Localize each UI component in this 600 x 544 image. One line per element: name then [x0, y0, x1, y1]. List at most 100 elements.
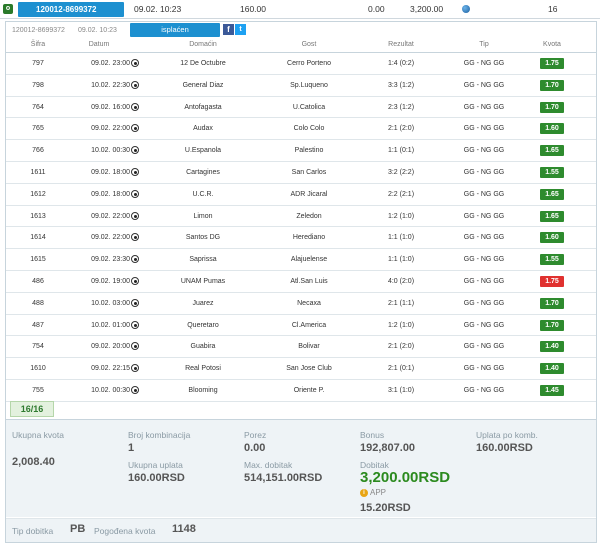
table-row[interactable]: 488 10.02. 03:00 Juarez Necaxa 2:1 (1:1) GG -…	[6, 293, 596, 315]
cell-tip: GG - NG GG	[463, 386, 505, 394]
cell-datum: 09.02. 22:00	[91, 234, 130, 242]
table-row[interactable]: 486 09.02. 19:00 UNAM Pumas Atl.San Luis 4:0…	[6, 271, 596, 293]
subheader-datetime: 09.02. 10:23	[78, 27, 117, 34]
soccer-ball-icon	[131, 364, 139, 373]
ticket-id-tab[interactable]: 120012-8699372	[18, 2, 124, 17]
cell-tip: GG - NG GG	[463, 103, 505, 111]
ticket-zero-value: 0.00	[368, 4, 385, 14]
soccer-ball-icon	[131, 146, 139, 155]
cell-sifra: 766	[32, 147, 44, 155]
bonus-label: Bonus	[360, 430, 385, 440]
soccer-ball-icon	[131, 102, 139, 111]
table-row[interactable]: 1610 09.02. 22:15 Real Potosi San Jose Club…	[6, 358, 596, 380]
soccer-ball-icon	[131, 167, 139, 176]
soccer-ball-icon	[131, 385, 139, 394]
cell-result: 1:1 (0:1)	[387, 147, 415, 155]
soccer-ball-icon	[131, 124, 139, 133]
total-stake-label: Ukupna uplata	[128, 460, 183, 470]
odds-badge: 1.65	[540, 210, 564, 222]
odds-badge: 1.40	[540, 363, 564, 375]
cell-away-team: San Carlos	[291, 168, 327, 176]
table-row[interactable]: 1612 09.02. 18:00 U.C.R. ADR Jicaral 2:2 (2:…	[6, 184, 596, 206]
soccer-ball-icon	[131, 342, 139, 351]
cell-result: 1:1 (1:0)	[387, 234, 415, 242]
ticket-datetime: 09.02. 10:23	[134, 4, 182, 14]
cell-datum: 09.02. 16:00	[91, 103, 130, 111]
cell-sifra: 1611	[30, 168, 46, 176]
table-row[interactable]: 798 10.02. 22:30 General Diaz Sp.Luqueno 3:3…	[6, 75, 596, 97]
cell-datum: 09.02. 18:00	[91, 168, 130, 176]
cell-away-team: Zeledon	[296, 212, 322, 220]
table-header: Šifra Datum Domaćin Gost Rezultat Tip Kv…	[6, 39, 596, 53]
cell-datum: 10.02. 00:30	[91, 147, 130, 155]
bonus-value: 192,807.00	[360, 442, 416, 454]
cell-sifra: 754	[32, 343, 44, 351]
cell-result: 1:4 (0:2)	[387, 60, 415, 67]
twitter-share-icon[interactable]: t	[235, 24, 246, 35]
cell-sifra: 1613	[30, 212, 46, 220]
total-odds-label: Ukupna kvota	[12, 430, 64, 440]
cell-result: 2:2 (2:1)	[387, 190, 415, 198]
table-row[interactable]: 765 09.02. 22:00 Audax Colo Colo 2:1 (2:0) GG…	[6, 118, 596, 141]
cell-away-team: Bolivar	[298, 343, 320, 351]
table-row[interactable]: 766 10.02. 00:30 U.Espanola Palestino 1:1 (0…	[6, 140, 596, 162]
table-row[interactable]: 1614 09.02. 22:00 Santos DG Herediano 1:1 (1…	[6, 227, 596, 250]
subheader-ticket-id: 120012-8699372	[12, 27, 65, 34]
table-row[interactable]: 754 09.02. 20:00 Guabira Bolivar 2:1 (2:0) GG…	[6, 336, 596, 359]
cell-sifra: 755	[32, 386, 44, 394]
cell-away-team: Alajuelense	[290, 256, 328, 264]
odds-badge: 1.70	[540, 319, 564, 331]
cell-away-team: Palestino	[294, 147, 324, 155]
cell-away-team: Oriente P.	[293, 386, 325, 394]
table-row[interactable]: 1611 09.02. 18:00 Cartagines San Carlos 3:2 …	[6, 162, 596, 184]
table-row[interactable]: 1613 09.02. 22:00 Limon Zeledon 1:2 (1:0) GG …	[6, 206, 596, 228]
cell-away-team: Herediano	[292, 234, 326, 242]
ticket-header-bar[interactable]: o 120012-8699372 09.02. 10:23 160.00 0.0…	[0, 0, 600, 19]
events-table-body: 797 09.02. 23:00 12 De Octubre Cerro Porten…	[6, 53, 596, 402]
facebook-share-icon[interactable]: f	[223, 24, 234, 35]
cell-tip: GG - NG GG	[463, 256, 505, 264]
odds-badge: 1.60	[540, 123, 564, 135]
cell-away-team: Atl.San Luis	[290, 277, 328, 285]
paid-status-button[interactable]: isplaćen	[130, 23, 220, 37]
table-row[interactable]: 487 10.02. 01:00 Queretaro Cl.America 1:2 (1…	[6, 315, 596, 337]
cell-sifra: 1615	[30, 256, 46, 264]
cell-sifra: 487	[32, 321, 44, 329]
cell-tip: GG - NG GG	[463, 81, 505, 89]
cell-away-team: Cerro Porteno	[287, 60, 331, 67]
max-win-value: 514,151.00RSD	[244, 472, 323, 484]
matched-count-badge: 16/16	[10, 401, 54, 417]
odds-badge: 1.75	[540, 58, 564, 69]
cell-result: 1:2 (1:0)	[387, 321, 415, 329]
cell-result: 3:1 (1:0)	[387, 386, 415, 394]
soccer-ball-icon	[131, 59, 139, 67]
table-row[interactable]: 755 10.02. 00:30 Blooming Oriente P. 3:1 (1:…	[6, 380, 596, 402]
cell-tip: GG - NG GG	[463, 277, 505, 285]
app-value: 15.20RSD	[360, 502, 411, 514]
tax-label: Porez	[244, 430, 267, 440]
table-row[interactable]: 1615 09.02. 23:30 Saprissa Alajuelense 1:1 (…	[6, 249, 596, 271]
cell-result: 4:0 (2:0)	[387, 277, 415, 285]
cell-tip: GG - NG GG	[463, 299, 505, 307]
cell-tip: GG - NG GG	[463, 168, 505, 176]
cell-tip: GG - NG GG	[463, 234, 505, 242]
cell-result: 2:1 (0:1)	[387, 365, 415, 373]
cell-tip: GG - NG GG	[463, 343, 505, 351]
table-row[interactable]: 797 09.02. 23:00 12 De Octubre Cerro Porten…	[6, 53, 596, 75]
cell-result: 2:3 (1:2)	[387, 103, 415, 111]
tax-value: 0.00	[244, 442, 266, 454]
win-value: 3,200.00RSD	[360, 469, 451, 486]
cell-datum: 09.02. 19:00	[91, 277, 130, 285]
ticket-subheader: 120012-8699372 09.02. 10:23 isplaćen f t	[6, 22, 596, 39]
soccer-ball-icon	[131, 233, 139, 242]
cell-sifra: 1612	[30, 190, 46, 198]
soccer-ball-icon	[131, 211, 139, 220]
cell-datum: 10.02. 01:00	[91, 321, 130, 329]
cell-sifra: 798	[32, 81, 44, 89]
cell-sifra: 1614	[30, 234, 46, 242]
table-row[interactable]: 764 09.02. 16:00 Antofagasta U.Catolica 2:3 …	[6, 97, 596, 119]
odds-badge: 1.45	[540, 384, 564, 396]
max-win-label: Max. dobitak	[244, 460, 293, 470]
cell-datum: 09.02. 22:00	[91, 125, 130, 133]
cell-result: 1:1 (1:0)	[387, 256, 415, 264]
